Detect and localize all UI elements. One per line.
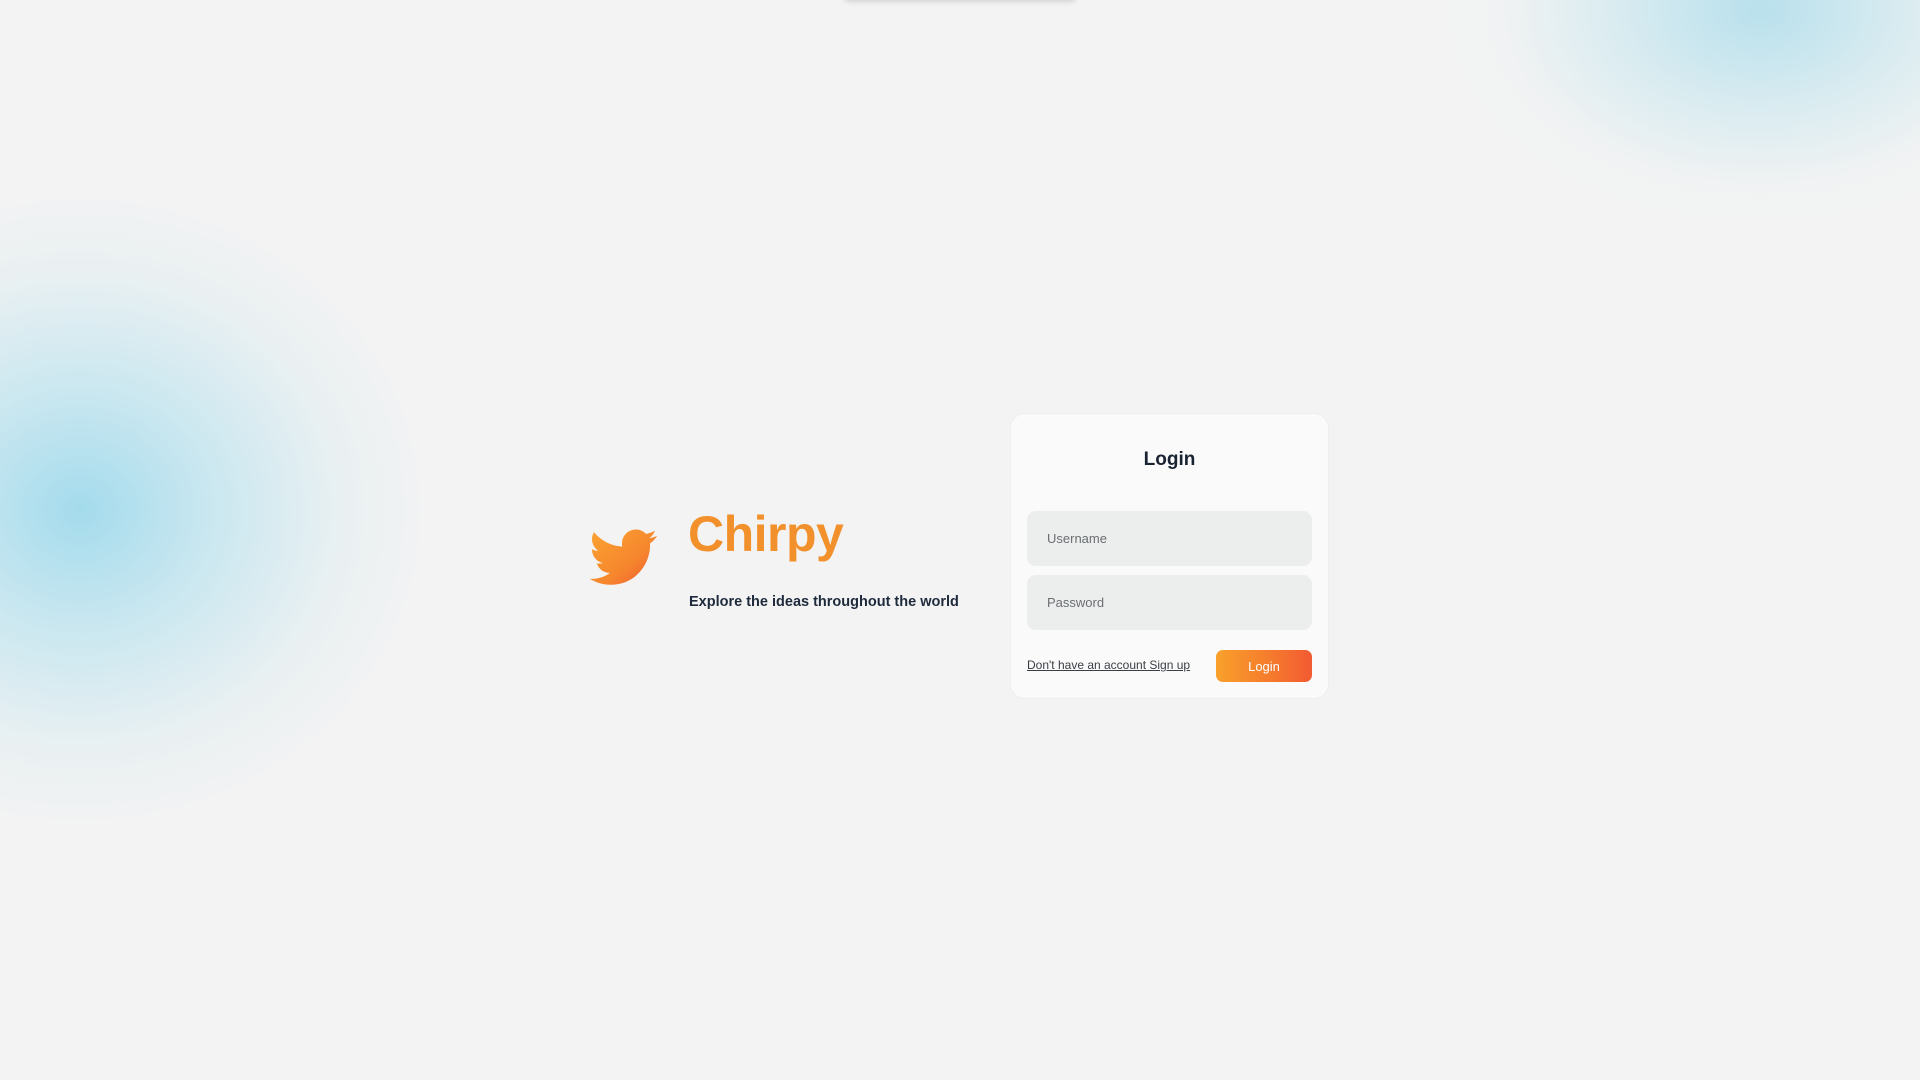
background-blob-top-right bbox=[1450, 0, 1920, 220]
username-input[interactable] bbox=[1027, 511, 1312, 566]
signup-link[interactable]: Don't have an account Sign up bbox=[1027, 658, 1190, 672]
login-card: Login Don't have an account Sign up Logi… bbox=[1011, 414, 1328, 698]
login-button[interactable]: Login bbox=[1216, 650, 1312, 682]
login-page: Chirpy Explore the ideas throughout the … bbox=[0, 0, 1920, 1080]
bird-icon bbox=[590, 523, 658, 591]
background-blob-left bbox=[0, 200, 420, 820]
login-title: Login bbox=[1143, 449, 1196, 470]
brand-name: Chirpy bbox=[688, 506, 844, 562]
brand-tagline: Explore the ideas throughout the world bbox=[689, 594, 959, 610]
brand-section: Chirpy Explore the ideas throughout the … bbox=[590, 505, 970, 615]
password-input[interactable] bbox=[1027, 575, 1312, 630]
